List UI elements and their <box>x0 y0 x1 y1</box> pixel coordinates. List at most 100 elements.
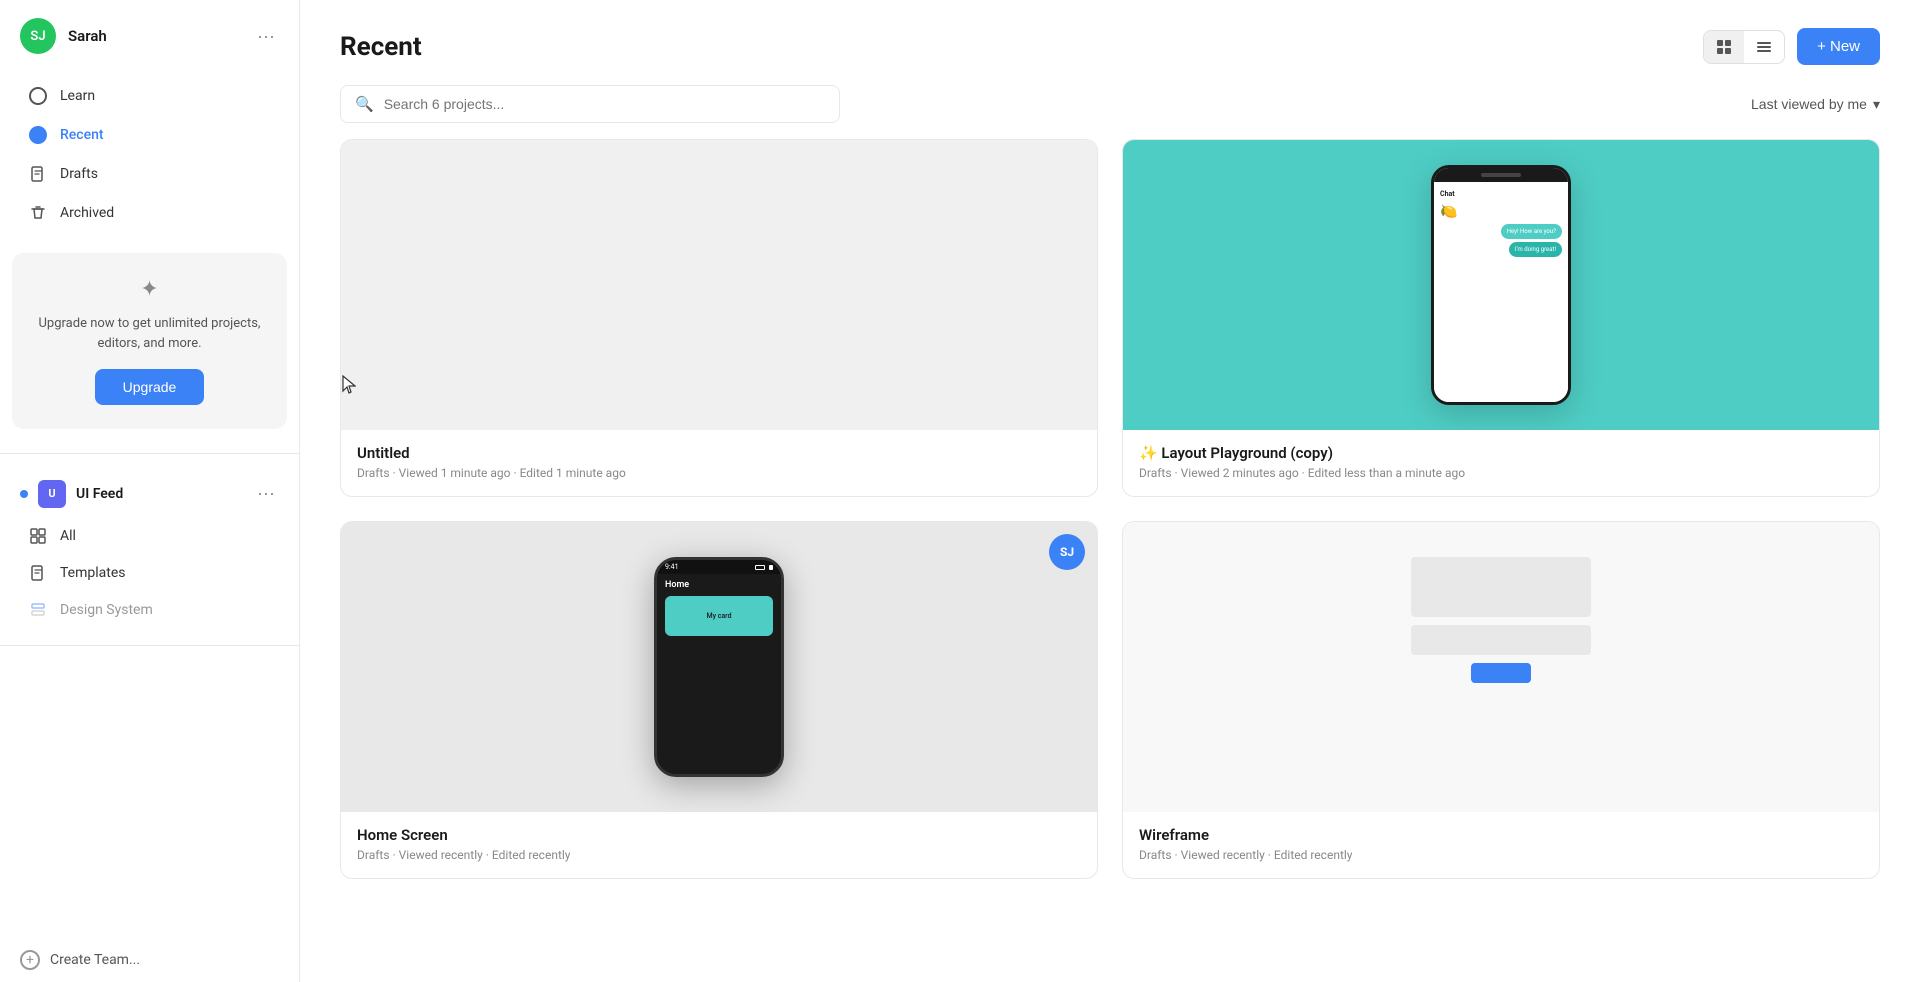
chevron-down-icon: ▾ <box>1873 96 1880 113</box>
team-avatar: U <box>38 480 66 508</box>
project-card[interactable]: Untitled Drafts · Viewed 1 minute ago · … <box>340 139 1098 497</box>
status-dots <box>755 565 773 570</box>
sidebar-item-learn[interactable]: Learn <box>8 77 291 115</box>
project-info: Wireframe Drafts · Viewed recently · Edi… <box>1123 812 1879 878</box>
user-badge: SJ <box>1049 534 1085 570</box>
search-icon: 🔍 <box>355 95 374 113</box>
user-name: Sarah <box>68 27 241 45</box>
grid-view-button[interactable] <box>1704 31 1744 63</box>
phone-mockup-dark: 9:41 Home My card <box>654 557 784 777</box>
project-name: Home Screen <box>357 826 1081 844</box>
phone-screen: Chat 🍋 Hey! How are you? I'm doing great… <box>1434 182 1568 402</box>
upgrade-text: Upgrade now to get unlimited projects, e… <box>32 314 267 353</box>
project-viewed: Viewed 1 minute ago <box>399 466 511 480</box>
team-more-button[interactable]: ··· <box>253 479 279 508</box>
user-more-button[interactable]: ··· <box>253 22 279 51</box>
sidebar-item-archived[interactable]: Archived <box>8 194 291 232</box>
project-meta: Drafts · Viewed recently · Edited recent… <box>1139 848 1863 862</box>
sidebar-item-label: Recent <box>60 127 104 143</box>
project-location: Drafts <box>1139 848 1172 862</box>
sidebar-item-templates[interactable]: Templates <box>8 555 291 591</box>
sidebar-item-label: Learn <box>60 88 95 104</box>
project-card[interactable]: SJ 9:41 Home My card <box>340 521 1098 879</box>
project-thumbnail <box>1123 522 1879 812</box>
wireframe-block <box>1411 557 1591 617</box>
sparkle-icon: ✦ <box>140 277 158 302</box>
wireframe-block <box>1411 625 1591 655</box>
create-team-button[interactable]: + Create Team... <box>0 938 299 982</box>
team-section: U UI Feed ··· All Templa <box>0 462 299 637</box>
project-thumbnail <box>341 140 1097 430</box>
project-thumbnail: SJ 9:41 Home My card <box>341 522 1097 812</box>
search-input-wrap: 🔍 <box>340 85 840 123</box>
wireframe-cta <box>1471 663 1531 683</box>
project-meta: Drafts · Viewed recently · Edited recent… <box>357 848 1081 862</box>
project-info: Untitled Drafts · Viewed 1 minute ago · … <box>341 430 1097 496</box>
project-viewed: Viewed 2 minutes ago <box>1181 466 1299 480</box>
plus-icon: + <box>20 950 40 970</box>
sidebar-item-label: Templates <box>60 565 126 581</box>
list-view-button[interactable] <box>1744 31 1784 63</box>
sidebar-item-label: Design System <box>60 602 153 618</box>
chat-bubble: Hey! How are you? <box>1501 224 1562 239</box>
project-edited: Edited recently <box>1274 848 1353 862</box>
sidebar-item-label: Archived <box>60 205 114 221</box>
project-viewed: Viewed recently <box>399 848 483 862</box>
projects-grid: Untitled Drafts · Viewed 1 minute ago · … <box>300 139 1920 982</box>
chat-emoji: 🍋 <box>1440 204 1562 220</box>
layers-icon <box>28 600 48 620</box>
circle-icon <box>28 86 48 106</box>
project-name: ✨ Layout Playground (copy) <box>1139 444 1863 462</box>
divider <box>0 453 299 454</box>
project-info: ✨ Layout Playground (copy) Drafts · View… <box>1123 430 1879 496</box>
phone-notch <box>1434 168 1568 182</box>
team-header[interactable]: U UI Feed ··· <box>0 470 299 517</box>
project-location: Drafts <box>357 848 390 862</box>
templates-icon <box>28 563 48 583</box>
card-label: My card <box>706 612 731 620</box>
project-location: Drafts <box>1139 466 1172 480</box>
recent-icon <box>28 125 48 145</box>
view-toggle <box>1703 30 1785 64</box>
sort-button[interactable]: Last viewed by me ▾ <box>1751 96 1880 113</box>
sidebar-item-all[interactable]: All <box>8 518 291 554</box>
project-edited: Edited recently <box>492 848 571 862</box>
main-header: Recent <box>300 0 1920 85</box>
project-name: Untitled <box>357 444 1081 462</box>
sort-label: Last viewed by me <box>1751 96 1867 112</box>
create-team-label: Create Team... <box>50 952 140 968</box>
project-card[interactable]: Chat 🍋 Hey! How are you? I'm doing great… <box>1122 139 1880 497</box>
sidebar-item-recent[interactable]: Recent <box>8 116 291 154</box>
chat-bubble: I'm doing great! <box>1509 242 1562 257</box>
phone-status-bar: 9:41 <box>657 560 781 574</box>
sidebar-nav: Learn Recent Drafts A <box>0 72 299 237</box>
sidebar-item-design-system[interactable]: Design System <box>8 592 291 628</box>
main-content: Recent <box>300 0 1920 982</box>
search-input[interactable] <box>384 96 825 112</box>
card-widget: My card <box>665 596 773 636</box>
project-viewed: Viewed recently <box>1181 848 1265 862</box>
team-name: UI Feed <box>76 486 243 502</box>
wireframe-inner <box>1411 557 1591 777</box>
project-thumbnail: Chat 🍋 Hey! How are you? I'm doing great… <box>1123 140 1879 430</box>
search-bar: 🔍 Last viewed by me ▾ <box>300 85 1920 139</box>
upgrade-card: ✦ Upgrade now to get unlimited projects,… <box>12 253 287 429</box>
project-meta: Drafts · Viewed 2 minutes ago · Edited l… <box>1139 466 1863 480</box>
project-card[interactable]: Wireframe Drafts · Viewed recently · Edi… <box>1122 521 1880 879</box>
wireframe-container <box>1123 522 1879 812</box>
team-dot-indicator <box>20 490 28 498</box>
grid-icon <box>28 526 48 546</box>
user-header: SJ Sarah ··· <box>0 0 299 72</box>
project-info: Home Screen Drafts · Viewed recently · E… <box>341 812 1097 878</box>
header-actions: + New <box>1703 28 1880 65</box>
trash-icon <box>28 203 48 223</box>
new-project-button[interactable]: + New <box>1797 28 1880 65</box>
chat-header: Chat <box>1440 188 1562 200</box>
project-location: Drafts <box>357 466 390 480</box>
home-label: Home <box>665 580 773 590</box>
page-title: Recent <box>340 32 422 62</box>
sidebar-item-drafts[interactable]: Drafts <box>8 155 291 193</box>
upgrade-button[interactable]: Upgrade <box>95 369 205 405</box>
avatar: SJ <box>20 18 56 54</box>
sidebar: SJ Sarah ··· Learn Recent Drafts <box>0 0 300 982</box>
